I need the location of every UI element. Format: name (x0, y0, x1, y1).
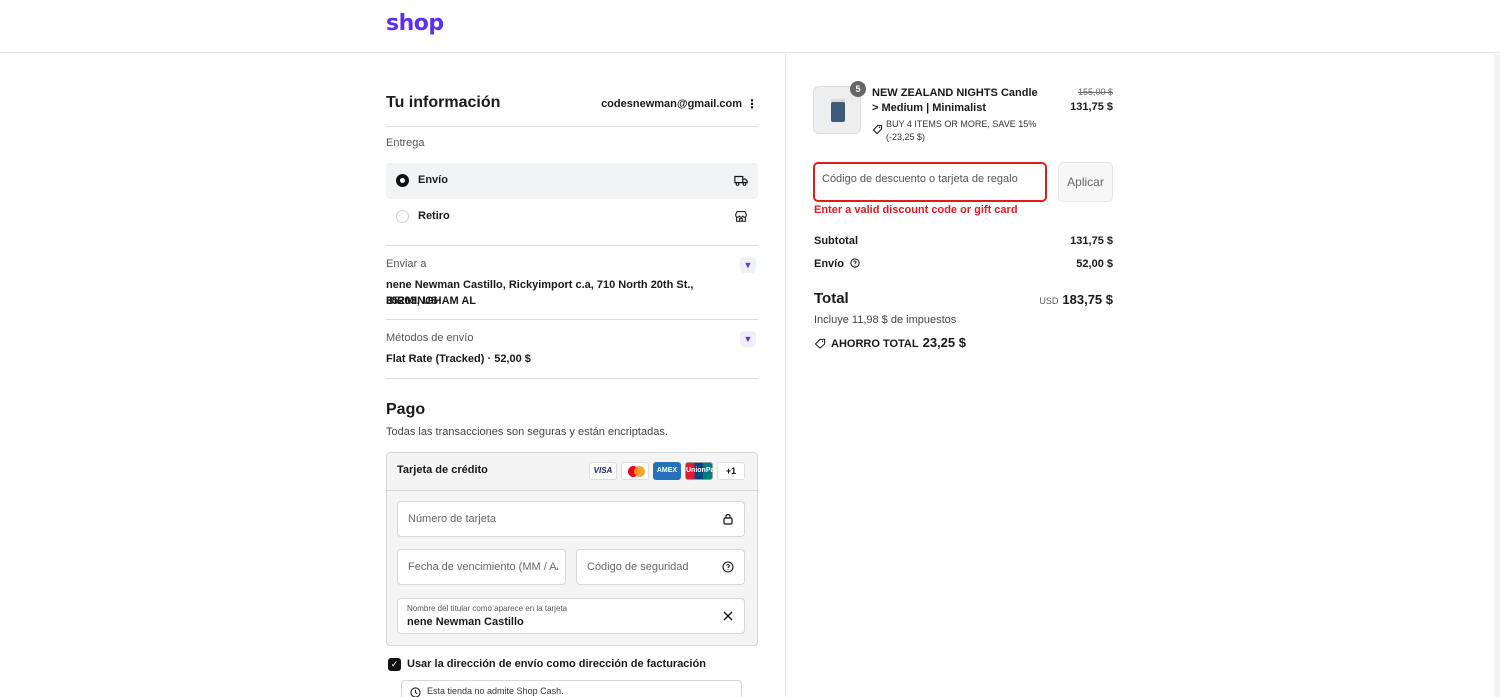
total-amount: USD 183,75 $ (1000, 292, 1113, 307)
ship-to-chevron-down-icon[interactable]: ▼ (740, 257, 756, 273)
shipping-method-chevron-down-icon[interactable]: ▼ (740, 331, 756, 347)
pickup-radio[interactable] (396, 210, 409, 223)
more-brands-badge: +1 (717, 462, 745, 480)
savings-tag-icon (814, 338, 826, 349)
payment-subtitle: Todas las transacciones son seguras y es… (386, 426, 668, 438)
tag-icon (872, 124, 883, 135)
price-original: 155,00 $ (1077, 87, 1113, 97)
ship-to-address-line2: 35203, US (386, 295, 438, 307)
quantity-badge: 5 (850, 81, 866, 97)
store-icon (735, 211, 747, 222)
shipping-method-label: Métodos de envío (386, 332, 474, 344)
pickup-option-label: Retiro (418, 210, 450, 222)
payment-heading: Pago (386, 401, 426, 418)
truck-icon (734, 175, 748, 186)
shipping-option-label: Envío (418, 174, 448, 186)
card-brands: VISA AMEX UnionPay +1 (589, 462, 745, 480)
shop-logo[interactable]: shop (386, 11, 444, 36)
divider (386, 126, 758, 127)
tax-note: Incluye 11,98 $ de impuestos (814, 314, 957, 326)
discount-error-message: Enter a valid discount code or gift card (814, 204, 1018, 216)
cardholder-name-value: nene Newman Castillo (407, 616, 524, 628)
shipping-method-value: Flat Rate (Tracked) · 52,00 $ (386, 353, 531, 365)
expiry-placeholder: Fecha de vencimiento (MM / AA) (408, 561, 558, 573)
security-code-field[interactable]: Código de seguridad (576, 549, 745, 585)
apply-discount-button[interactable]: Aplicar (1058, 162, 1113, 202)
credit-card-header[interactable]: Tarjeta de crédito VISA AMEX UnionPay +1 (387, 453, 757, 491)
product-discount-text: BUY 4 ITEMS OR MORE, SAVE 15% (-23,25 $) (886, 119, 1037, 142)
ship-to-address-line1: nene Newman Castillo, Rickyimport c.a, 7… (386, 279, 694, 307)
shipping-radio[interactable] (396, 174, 409, 187)
header: shop (0, 0, 1500, 53)
lock-icon (723, 513, 733, 525)
candle-jar (831, 102, 845, 122)
credit-card-panel: Tarjeta de crédito VISA AMEX UnionPay +1… (386, 452, 758, 646)
divider (386, 378, 758, 379)
ship-to-label: Enviar a (386, 258, 427, 270)
card-number-field[interactable]: Número de tarjeta (397, 501, 745, 537)
total-label: Total (814, 290, 849, 307)
shipping-cost-row: Envío (814, 258, 860, 270)
subtotal-label: Subtotal (814, 235, 858, 247)
clear-icon[interactable] (722, 610, 734, 622)
shipping-cost-value: 52,00 $ (1076, 258, 1113, 270)
clock-icon (410, 687, 421, 697)
card-number-placeholder: Número de tarjeta (408, 513, 497, 525)
savings-label: AHORRO TOTAL (831, 338, 919, 350)
expiry-field[interactable]: Fecha de vencimiento (MM / AA) (397, 549, 566, 585)
billing-same-checkbox[interactable]: ✓ (388, 658, 401, 671)
divider (386, 245, 758, 246)
discount-code-field[interactable] (813, 162, 1047, 202)
column-divider (785, 54, 786, 697)
account-menu-icon[interactable]: ⋮ (746, 96, 758, 112)
amex-icon: AMEX (653, 462, 681, 480)
divider (386, 319, 758, 320)
shop-cash-notice: Esta tienda no admite Shop Cash. (401, 680, 742, 697)
product-name: NEW ZEALAND NIGHTS Candle > Medium | Min… (872, 87, 1038, 114)
cardholder-name-label: Nombre del titular como aparece en la ta… (407, 604, 568, 613)
billing-same-label[interactable]: Usar la dirección de envío como direcció… (407, 658, 706, 670)
savings-value: 23,25 $ (922, 335, 966, 350)
discount-code-input[interactable] (822, 173, 1037, 185)
total-value: 183,75 $ (1062, 292, 1113, 307)
scrollbar[interactable] (1494, 54, 1500, 697)
security-code-placeholder: Código de seguridad (587, 561, 689, 573)
question-circle-icon[interactable] (722, 561, 734, 573)
visa-icon: VISA (589, 462, 617, 480)
shop-cash-notice-text: Esta tienda no admite Shop Cash. (427, 686, 564, 696)
delivery-label: Entrega (386, 137, 425, 149)
info-heading: Tu información (386, 94, 501, 111)
credit-card-title: Tarjeta de crédito (397, 464, 488, 476)
shipping-cost-label: Envío (814, 258, 844, 270)
total-currency: USD (1039, 296, 1059, 306)
account-email: codesnewman@gmail.com (601, 98, 742, 110)
delivery-option-shipping[interactable]: Envío (386, 163, 758, 199)
subtotal-value: 131,75 $ (1070, 235, 1113, 247)
delivery-option-pickup[interactable]: Retiro (386, 199, 758, 235)
unionpay-icon: UnionPay (685, 462, 718, 480)
mastercard-icon (621, 462, 649, 480)
cardholder-name-field[interactable]: Nombre del titular como aparece en la ta… (397, 598, 745, 634)
total-savings: AHORRO TOTAL 23,25 $ (814, 335, 966, 350)
shipping-help-icon[interactable] (850, 258, 860, 268)
price-final: 131,75 $ (1070, 101, 1113, 113)
